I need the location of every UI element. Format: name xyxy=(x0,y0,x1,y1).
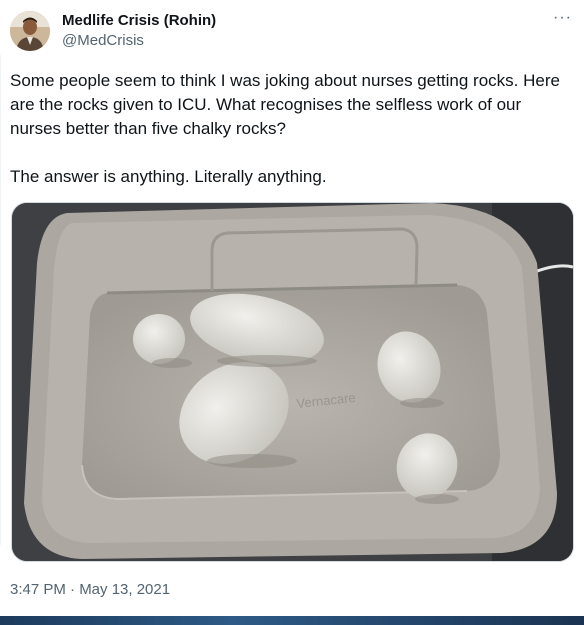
more-horizontal-icon[interactable]: ··· xyxy=(553,8,572,28)
profile-photo-icon xyxy=(10,11,50,51)
tweet-card: Medlife Crisis (Rohin) @MedCrisis ··· So… xyxy=(0,0,584,616)
photo-rocks-in-cardboard-tray-icon: Vernacare xyxy=(12,203,573,561)
tweet-timestamp[interactable]: 3:47 PM · May 13, 2021 xyxy=(10,580,170,600)
author-display-name[interactable]: Medlife Crisis (Rohin) xyxy=(62,11,216,31)
avatar[interactable] xyxy=(10,11,50,51)
divider xyxy=(0,55,1,545)
tweet-text: Some people seem to think I was joking a… xyxy=(10,71,560,186)
tweet-photo[interactable]: Vernacare xyxy=(11,202,574,562)
page-edge xyxy=(0,616,584,625)
author-handle[interactable]: @MedCrisis xyxy=(62,31,144,51)
